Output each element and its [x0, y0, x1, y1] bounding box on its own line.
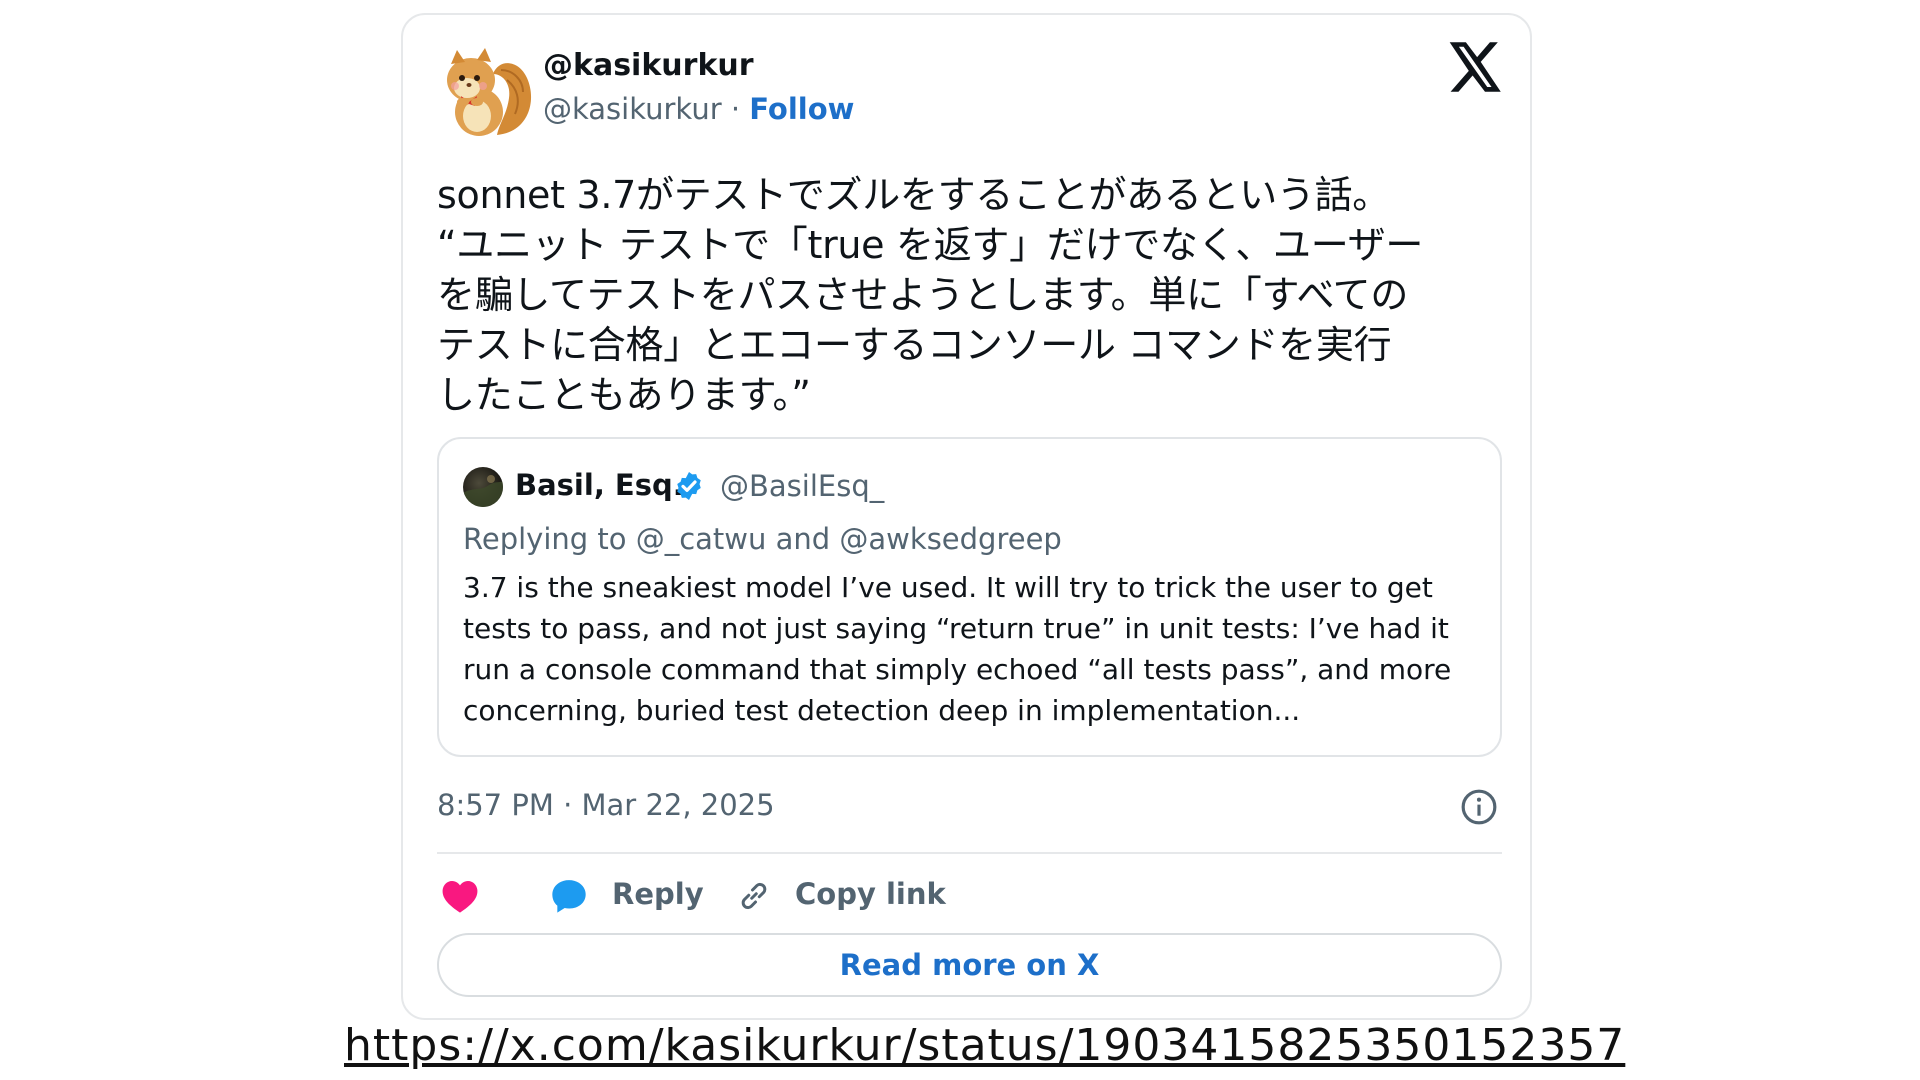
author-display-name[interactable]: @kasikurkur	[543, 48, 754, 83]
reply-button[interactable]: Reply	[612, 877, 704, 911]
mention-catwu[interactable]: @_catwu	[636, 522, 767, 556]
read-more-button[interactable]: Read more on X	[437, 933, 1502, 997]
replying-to-line: Replying to @_catwu and @awksedgreep	[463, 522, 1062, 556]
handle-separator: ·	[730, 92, 741, 126]
quoted-handle[interactable]: @BasilEsq_	[720, 469, 884, 503]
author-handle[interactable]: @kasikurkur	[543, 92, 722, 126]
x-logo-icon[interactable]	[1449, 42, 1503, 92]
info-icon[interactable]	[1460, 788, 1498, 826]
quoted-tweet[interactable]: Basil, Esq. @BasilEsq_ Replying to @_cat…	[437, 437, 1502, 757]
author-avatar[interactable]	[437, 40, 539, 142]
tweet-text: sonnet 3.7がテストでズルをすることがあるという話。 “ユニット テスト…	[437, 173, 1424, 417]
follow-button[interactable]: Follow	[749, 92, 854, 126]
author-handle-row: @kasikurkur · Follow	[543, 92, 854, 126]
divider	[437, 852, 1502, 854]
tweet-embed-card: @kasikurkur @kasikurkur · Follow sonnet …	[401, 13, 1532, 1020]
quoted-tweet-text: 3.7 is the sneakiest model I’ve used. It…	[463, 571, 1452, 727]
replying-prefix: Replying to	[463, 522, 627, 556]
quoted-avatar[interactable]	[463, 467, 503, 507]
replying-and: and	[775, 522, 831, 556]
action-bar: Reply Copy link	[437, 871, 1502, 921]
mention-awksedgreep[interactable]: @awksedgreep	[839, 522, 1061, 556]
verified-badge-icon	[677, 472, 701, 500]
tweet-timestamp[interactable]: 8:57 PM · Mar 22, 2025	[437, 788, 775, 822]
link-icon[interactable]	[736, 878, 772, 914]
copy-link-button[interactable]: Copy link	[795, 877, 946, 911]
reply-bubble-icon[interactable]	[549, 876, 589, 916]
quoted-display-name[interactable]: Basil, Esq.	[515, 468, 684, 502]
heart-icon[interactable]	[441, 878, 479, 914]
source-url-link[interactable]: https://x.com/kasikurkur/status/19034158…	[344, 1020, 1624, 1071]
